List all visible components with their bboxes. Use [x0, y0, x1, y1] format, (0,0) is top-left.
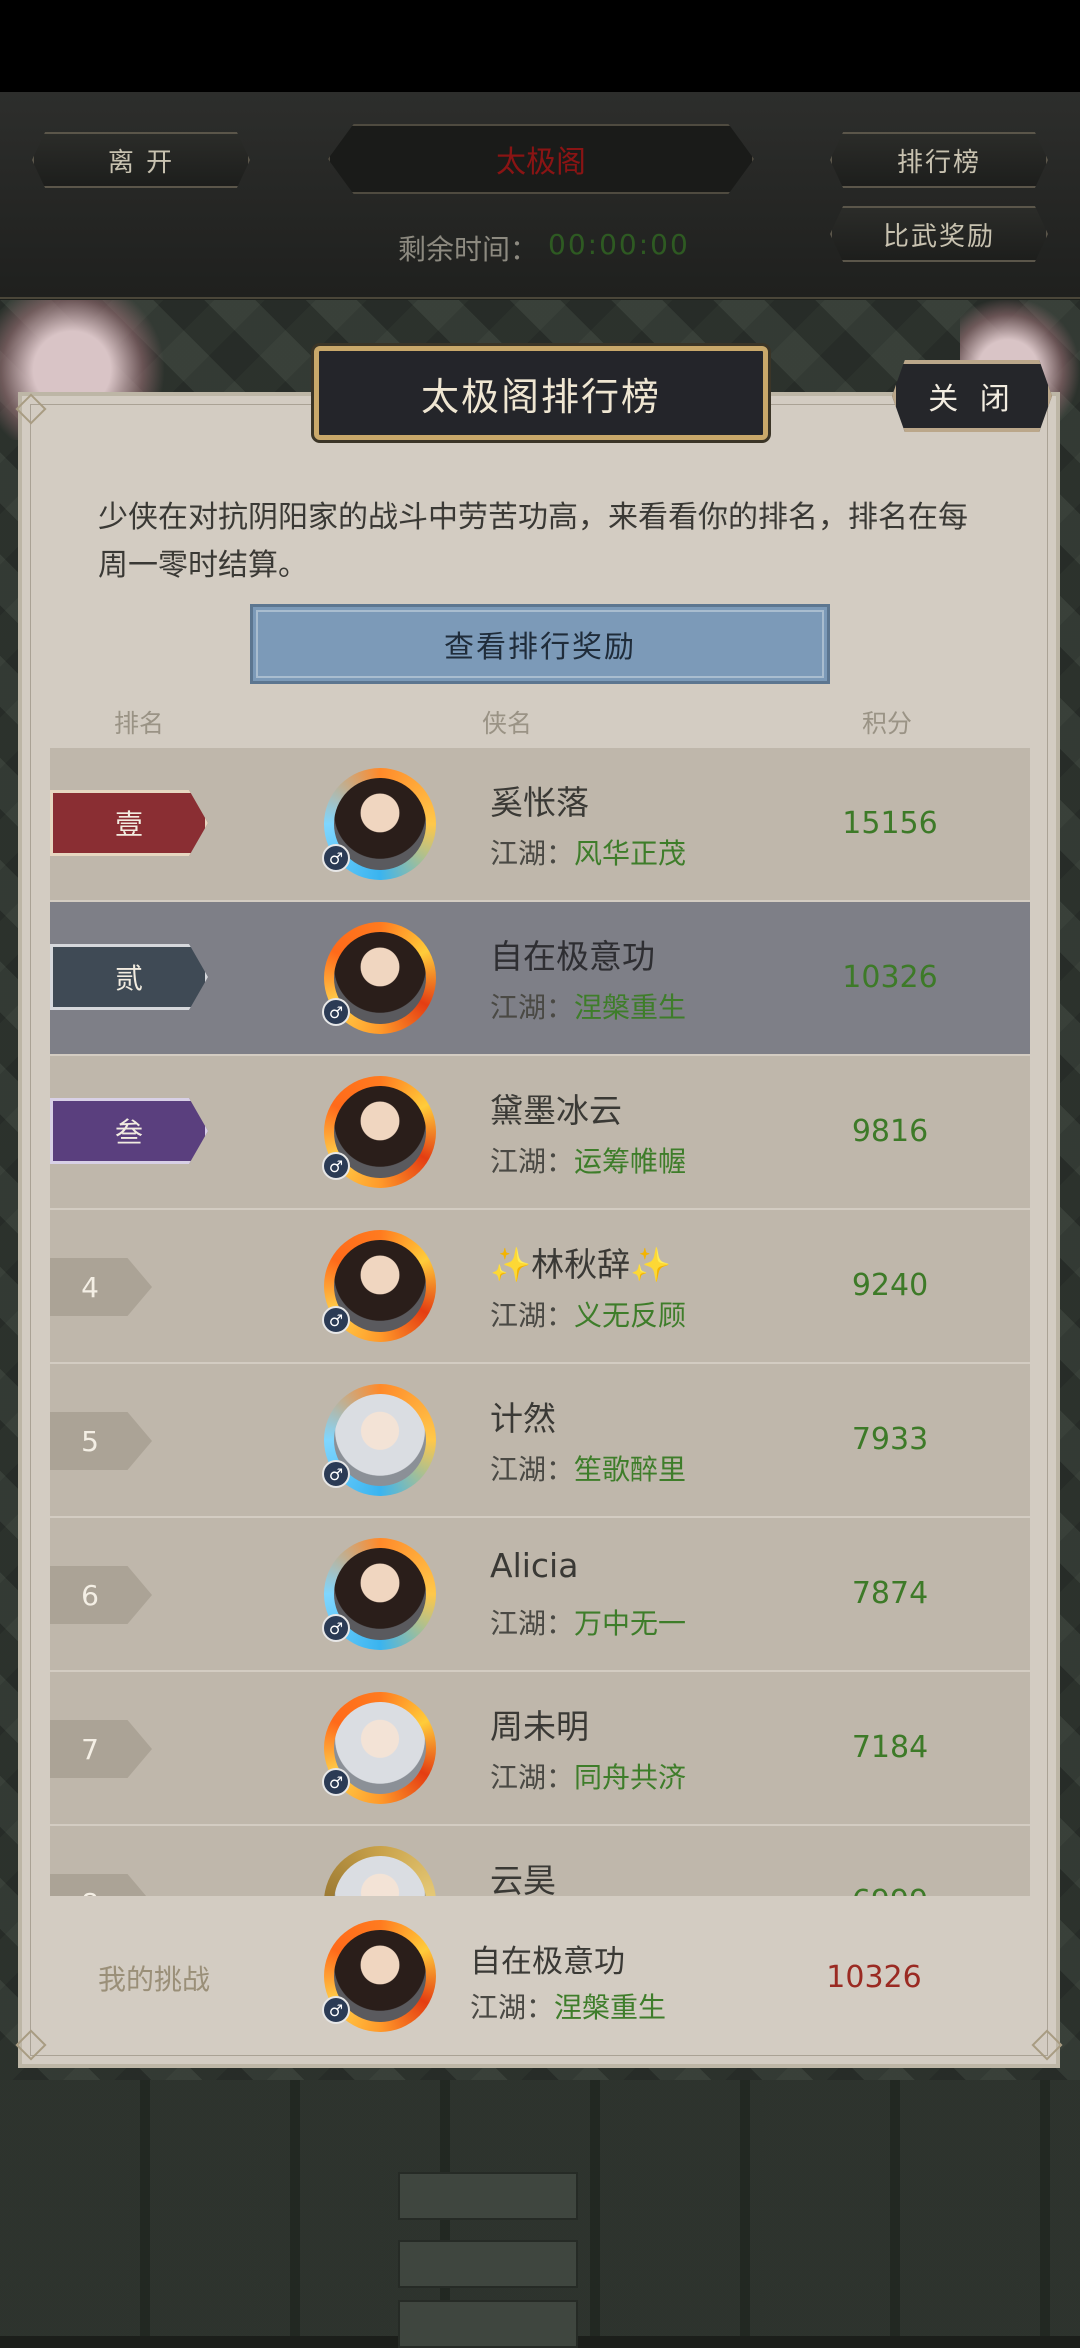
- avatar[interactable]: [324, 1846, 436, 1896]
- ranking-row[interactable]: 叁 ♂ 黛墨冰云 江湖：运筹帷幄 9816: [50, 1056, 1030, 1208]
- male-icon: ♂: [322, 844, 350, 872]
- player-score: 10326: [842, 960, 938, 995]
- avatar[interactable]: ♂: [322, 1384, 436, 1496]
- jianghu-prefix: 江湖：: [490, 1607, 575, 1640]
- ranking-row[interactable]: 贰 ♂ 自在极意功 江湖：涅槃重生 10326: [50, 902, 1030, 1054]
- jianghu-prefix: 江湖：: [490, 837, 575, 870]
- player-name: ✨林秋辞✨: [490, 1245, 672, 1284]
- jianghu-value: 涅槃重生: [554, 1991, 667, 2024]
- remaining-time-label: 剩余时间：: [398, 233, 539, 266]
- avatar[interactable]: ♂: [322, 1076, 436, 1188]
- column-header-score: 积分: [862, 709, 913, 738]
- male-icon: ♂: [322, 1152, 350, 1180]
- player-score: 7184: [851, 1730, 929, 1765]
- player-score: 9816: [851, 1114, 929, 1149]
- jianghu-prefix: 江湖：: [490, 1145, 575, 1178]
- player-name: 奚怅落: [490, 783, 589, 822]
- jianghu-prefix: 江湖：: [490, 991, 575, 1024]
- my-challenge-label: 我的挑战: [98, 1963, 211, 1996]
- my-score: 10326: [826, 1960, 922, 1995]
- rank-badge: 贰: [50, 944, 208, 1010]
- duel-reward-button[interactable]: 比武奖励: [830, 206, 1048, 262]
- avatar[interactable]: ♂: [322, 922, 436, 1034]
- my-challenge-row[interactable]: 我的挑战 ♂ 自在极意功 江湖：涅槃重生 10326: [34, 1900, 1046, 2048]
- location-title: 太极阁: [328, 124, 754, 194]
- rank-number: 7: [50, 1720, 152, 1778]
- jianghu-title: 江湖：义无反顾: [490, 1294, 686, 1334]
- avatar[interactable]: ♂: [322, 1230, 436, 1342]
- my-name: 自在极意功: [470, 1944, 625, 1980]
- player-score: 6999: [820, 1884, 960, 1896]
- male-icon: ♂: [322, 1614, 350, 1642]
- rank-number: 6: [50, 1566, 152, 1624]
- male-icon: ♂: [322, 998, 350, 1026]
- player-name: 自在极意功: [490, 937, 655, 976]
- player-score: 7933: [851, 1422, 929, 1457]
- my-avatar[interactable]: ♂: [322, 1920, 436, 2032]
- floor-slab: [398, 2172, 578, 2220]
- rank-number: 4: [50, 1258, 152, 1316]
- close-button[interactable]: 关 闭: [892, 360, 1052, 432]
- player-score: 7874: [851, 1576, 929, 1611]
- jianghu-title: 江湖：涅槃重生: [490, 986, 686, 1026]
- player-score: 15156: [842, 806, 938, 841]
- jianghu-prefix: 江湖：: [490, 1761, 575, 1794]
- avatar[interactable]: ♂: [322, 1538, 436, 1650]
- column-header-name: 侠名: [482, 709, 533, 738]
- leaderboard-button[interactable]: 排行榜: [830, 132, 1048, 188]
- jianghu-value: 万中无一: [574, 1607, 687, 1640]
- remaining-time-value: 00:00:00: [548, 228, 690, 261]
- avatar[interactable]: ♂: [322, 768, 436, 880]
- male-icon: ♂: [322, 1996, 350, 2024]
- floor-slab: [398, 2240, 578, 2288]
- male-icon: ♂: [322, 1768, 350, 1796]
- jianghu-value: 义无反顾: [574, 1299, 687, 1332]
- ranking-row[interactable]: 5 ♂ 计然 江湖：笙歌醉里 7933: [50, 1364, 1030, 1516]
- jianghu-value: 运筹帷幄: [574, 1145, 687, 1178]
- ranking-row[interactable]: 4 ♂ ✨林秋辞✨ 江湖：义无反顾 9240: [50, 1210, 1030, 1362]
- ranking-row[interactable]: 壹 ♂ 奚怅落 江湖：风华正茂 15156: [50, 748, 1030, 900]
- male-icon: ♂: [322, 1306, 350, 1334]
- player-name: 黛墨冰云: [490, 1091, 622, 1130]
- floor-slab: [398, 2300, 578, 2348]
- rank-badge: 壹: [50, 790, 208, 856]
- player-name: 周未明: [490, 1707, 589, 1746]
- male-icon: ♂: [322, 1460, 350, 1488]
- avatar[interactable]: ♂: [322, 1692, 436, 1804]
- jianghu-prefix: 江湖：: [490, 1299, 575, 1332]
- jianghu-title: 江湖：同舟共济: [490, 1756, 686, 1796]
- player-name: Alicia: [490, 1546, 579, 1585]
- column-header-rank: 排名: [114, 709, 165, 738]
- jianghu-value: 涅槃重生: [574, 991, 687, 1024]
- jianghu-title: 江湖：笙歌醉里: [490, 1448, 686, 1488]
- jianghu-value: 笙歌醉里: [574, 1453, 687, 1486]
- rank-badge: 叁: [50, 1098, 208, 1164]
- status-bar: [0, 0, 1080, 92]
- top-bar: [0, 92, 1080, 299]
- description-text: 少侠在对抗阴阳家的战斗中劳苦功高，来看看你的排名，排名在每周一零时结算。: [98, 500, 968, 583]
- jianghu-value: 风华正茂: [574, 837, 687, 870]
- jianghu-prefix: 江湖：: [470, 1991, 555, 2024]
- ranking-row[interactable]: 6 ♂ Alicia 江湖：万中无一 7874: [50, 1518, 1030, 1670]
- player-score: 9240: [851, 1268, 929, 1303]
- jianghu-title: 江湖：运筹帷幄: [490, 1140, 686, 1180]
- panel-title: 太极阁排行榜: [314, 346, 768, 440]
- jianghu-prefix: 江湖：: [490, 1453, 575, 1486]
- view-rank-reward-button[interactable]: 查看排行奖励: [250, 604, 830, 684]
- ranking-row[interactable]: 8 云昊 6999: [50, 1826, 1030, 1896]
- jianghu-title: 江湖：风华正茂: [490, 832, 686, 872]
- leave-button[interactable]: 离 开: [32, 132, 250, 188]
- jianghu-title: 江湖：万中无一: [490, 1602, 686, 1642]
- player-name: 计然: [490, 1399, 556, 1438]
- ranking-row[interactable]: 7 ♂ 周未明 江湖：同舟共济 7184: [50, 1672, 1030, 1824]
- player-name: 云昊: [490, 1861, 556, 1896]
- rank-number: 5: [50, 1412, 152, 1470]
- my-jianghu-title: 江湖：涅槃重生: [470, 1986, 666, 2026]
- jianghu-value: 同舟共济: [574, 1761, 687, 1794]
- rank-number: 8: [50, 1874, 152, 1896]
- ranking-list[interactable]: 壹 ♂ 奚怅落 江湖：风华正茂 15156 贰 ♂ 自在极意功 江湖：涅槃重生 …: [50, 748, 1030, 1896]
